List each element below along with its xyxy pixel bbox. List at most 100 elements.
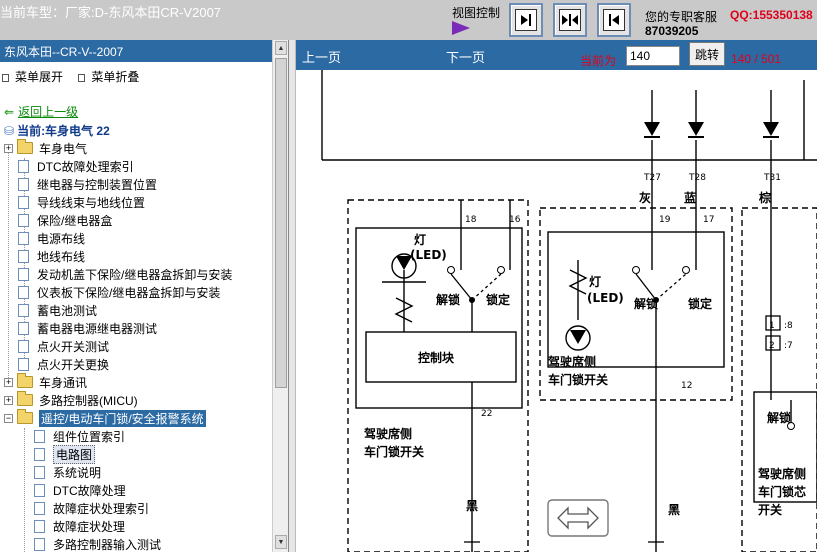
pin-number: 18	[465, 215, 477, 225]
menu-collapse-button[interactable]: 菜单折叠	[78, 70, 139, 84]
tree-folder-door-lock[interactable]: − 遥控/电动车门锁/安全报警系统	[4, 409, 206, 427]
tree-label: 蓄电池测试	[37, 303, 98, 318]
scroll-thumb[interactable]	[275, 58, 287, 388]
tree-item[interactable]: 蓄电器电源继电器测试	[18, 319, 157, 337]
qq-contact[interactable]: QQ:155350138	[730, 8, 813, 22]
minus-icon[interactable]: −	[4, 413, 13, 423]
tree-item[interactable]: 发动机盖下保险/继电器盒拆卸与安装	[18, 265, 232, 283]
split-arrows-icon	[559, 9, 581, 31]
diagram-label: (LED)	[410, 248, 447, 262]
document-icon	[18, 321, 29, 335]
diagram-label: 解锁	[436, 292, 460, 307]
tree-folder-micu[interactable]: + 多路控制器(MICU)	[4, 391, 138, 409]
tree-folder-body-comm[interactable]: + 车身通讯	[4, 373, 87, 391]
sidebar-scrollbar[interactable]: ▲ ▼	[272, 40, 288, 552]
diagram-label: 开关	[758, 502, 782, 517]
splitter[interactable]	[289, 40, 296, 552]
tree-label: 导线线束与地线位置	[37, 195, 146, 210]
go-button[interactable]: 跳转	[689, 42, 725, 66]
diagram-label: 锁定	[486, 292, 510, 307]
connector-pin: :7	[784, 341, 793, 351]
scroll-down-icon[interactable]: ▼	[275, 535, 287, 549]
pin-number: 22	[481, 409, 492, 419]
prev-page-link[interactable]: 上一页	[302, 47, 341, 66]
document-icon	[18, 339, 29, 353]
page-toolbar: 上一页 下一页 当前为 跳转 140 / 501	[296, 40, 817, 70]
tree-label: DTC故障处理	[53, 483, 126, 498]
page-count: 140 / 501	[731, 52, 782, 66]
tree-label: 地线布线	[37, 249, 86, 264]
wire-color: 黑	[466, 499, 478, 513]
wire-color: 棕	[758, 190, 771, 205]
folder-icon	[17, 373, 33, 388]
tree-item[interactable]: DTC故障处理	[34, 481, 126, 499]
tree-item[interactable]: 系统说明	[34, 463, 101, 481]
collapse-icon	[78, 74, 86, 82]
document-icon	[34, 519, 45, 533]
tree-item[interactable]: 故障症状处理	[34, 517, 125, 535]
connector-label: 1	[769, 321, 775, 331]
document-icon	[34, 447, 45, 461]
tree-label: 蓄电器电源继电器测试	[37, 321, 158, 336]
scroll-up-icon[interactable]: ▲	[275, 41, 287, 55]
wire-color: 蓝	[684, 190, 696, 205]
tree-item[interactable]: 保险/继电器盒	[18, 211, 112, 229]
plus-icon[interactable]: +	[4, 395, 13, 405]
tree-label: 故障症状处理	[53, 519, 126, 534]
tree-item[interactable]: DTC故障处理索引	[18, 157, 134, 175]
document-icon	[18, 357, 29, 371]
expand-right-button[interactable]	[509, 3, 543, 37]
tree-item[interactable]: 蓄电池测试	[18, 301, 97, 319]
tree-item[interactable]: 多路控制器输入测试	[34, 535, 161, 552]
folder-icon	[17, 139, 33, 154]
tree-item[interactable]: 继电器与控制装置位置	[18, 175, 157, 193]
arrow-left-bar-icon	[603, 9, 625, 31]
expand-left-button[interactable]	[597, 3, 631, 37]
tree-label: 系统说明	[53, 465, 102, 480]
arrow-right-bar-icon	[515, 9, 537, 31]
tree-label: 发动机盖下保险/继电器盒拆卸与安装	[37, 267, 233, 282]
tree-line	[24, 428, 25, 552]
diagram-label: 车门锁芯	[758, 484, 806, 499]
tree-label-active: 电路图	[53, 444, 96, 464]
tree-item-active[interactable]: 电路图	[34, 444, 96, 464]
menu-expand-button[interactable]: 菜单展开	[2, 70, 63, 84]
tree-item[interactable]: 故障症状处理索引	[34, 499, 149, 517]
diagram-label: (LED)	[587, 291, 624, 305]
tree-item[interactable]: 组件位置索引	[34, 427, 125, 445]
tree-item[interactable]: 地线布线	[18, 247, 85, 265]
back-arrow-icon: ⇐	[4, 105, 15, 119]
back-link[interactable]: ⇐ 返回上一级	[4, 103, 78, 120]
wire-color: 黑	[668, 503, 680, 517]
diagram-label: 驾驶席侧	[757, 466, 806, 481]
tree-item[interactable]: 仪表板下保险/继电器盒拆卸与安装	[18, 283, 220, 301]
tree-label: 多路控制器输入测试	[53, 537, 162, 552]
tree-folder-body-electric[interactable]: + 车身电气	[4, 139, 87, 157]
folder-open-icon	[17, 409, 33, 424]
tree-label: 车身通讯	[39, 375, 88, 390]
tree-label-selected: 遥控/电动车门锁/安全报警系统	[39, 409, 206, 427]
tree-label: 故障症状处理索引	[53, 501, 150, 516]
pin-label: T31	[763, 173, 781, 183]
document-icon	[18, 231, 29, 245]
play-icon[interactable]	[452, 21, 470, 35]
plus-icon[interactable]: +	[4, 143, 13, 153]
tree-item[interactable]: 电源布线	[18, 229, 85, 247]
document-icon	[18, 177, 29, 191]
tree-item[interactable]: 导线线束与地线位置	[18, 193, 145, 211]
document-icon	[34, 465, 45, 479]
document-icon	[34, 483, 45, 497]
diagram-label: 灯	[589, 274, 601, 289]
split-view-button[interactable]	[553, 3, 587, 37]
page-number-input[interactable]	[626, 46, 680, 66]
tree-item[interactable]: 点火开关测试	[18, 337, 109, 355]
tree-label: 电源布线	[37, 231, 86, 246]
diagram-label: 锁定	[688, 296, 712, 311]
tree-item[interactable]: 点火开关更换	[18, 355, 109, 373]
next-page-link[interactable]: 下一页	[446, 47, 485, 66]
diagram-label: 灯	[414, 232, 426, 247]
current-label: 当前:车身电气 22	[17, 124, 110, 138]
pin-number: 19	[659, 215, 671, 225]
diagram-label: 解锁	[634, 296, 658, 311]
plus-icon[interactable]: +	[4, 377, 13, 387]
